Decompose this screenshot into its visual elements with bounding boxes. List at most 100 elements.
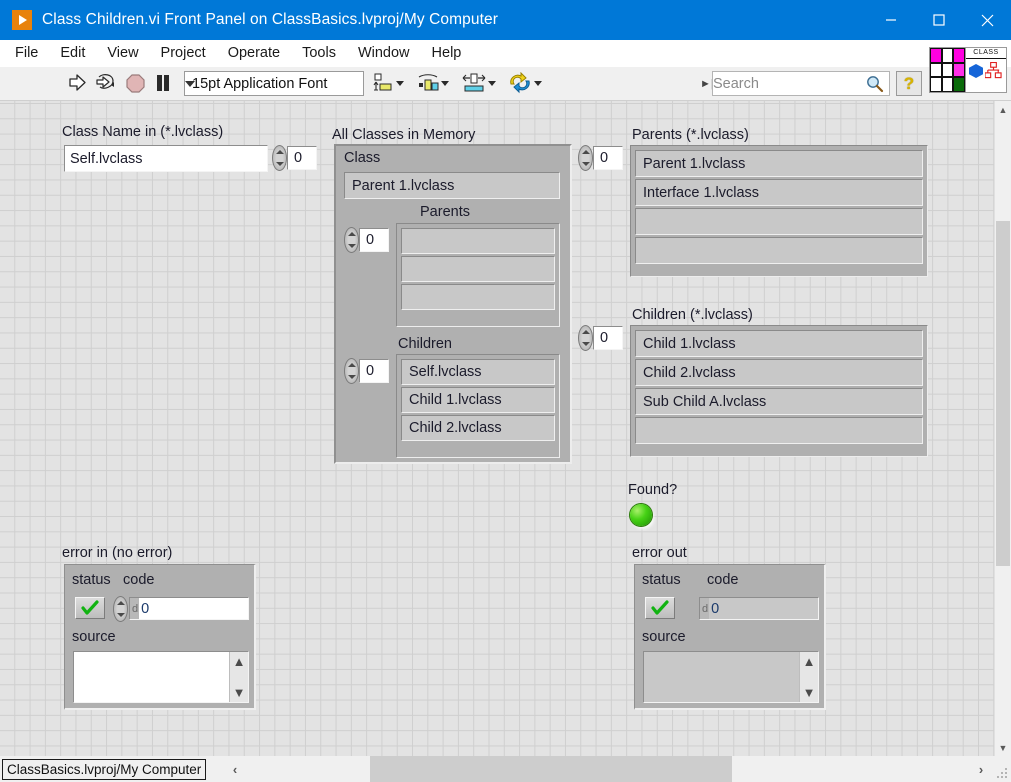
error-in-status-indicator[interactable]	[75, 597, 105, 619]
class-field-value[interactable]: Parent 1.lvclass	[344, 172, 560, 199]
run-arrow-icon[interactable]	[68, 73, 87, 98]
parents-array-label: Parents (*.lvclass)	[632, 127, 749, 143]
search-input[interactable]: Search	[712, 71, 890, 96]
horizontal-scrollbar-thumb[interactable]	[370, 756, 732, 782]
close-button[interactable]	[963, 0, 1011, 40]
scroll-left-button[interactable]: ‹	[222, 756, 248, 782]
menu-item-operate[interactable]: Operate	[217, 42, 291, 64]
chevron-down-icon	[488, 80, 496, 86]
context-help-button[interactable]: ?	[896, 71, 922, 96]
menu-item-tools[interactable]: Tools	[291, 42, 347, 64]
parents-array[interactable]: Parent 1.lvclass Interface 1.lvclass	[630, 145, 928, 277]
children-array-index-value[interactable]: 0	[593, 326, 623, 350]
distribute-objects-icon[interactable]	[417, 72, 449, 94]
chevron-down-icon	[534, 80, 542, 86]
array-element[interactable]: Parent 1.lvclass	[635, 150, 923, 177]
chevron-down-icon[interactable]: ▼	[233, 686, 246, 699]
array-element[interactable]: Sub Child A.lvclass	[635, 388, 923, 415]
scroll-down-button[interactable]: ▼	[995, 739, 1011, 756]
error-in-cluster[interactable]: status code d 0 source ▲ ▼	[64, 564, 256, 710]
array-element[interactable]: Child 1.lvclass	[635, 330, 923, 357]
menu-item-window[interactable]: Window	[347, 42, 421, 64]
horizontal-scrollbar-track[interactable]	[248, 756, 968, 782]
menu-item-view[interactable]: View	[96, 42, 149, 64]
error-in-status-label: status	[72, 572, 111, 588]
menu-bar: File Edit View Project Operate Tools Win…	[0, 40, 1011, 67]
menu-item-edit[interactable]: Edit	[49, 42, 96, 64]
font-selector[interactable]: 15pt Application Font	[184, 71, 364, 96]
cluster-parents-array[interactable]	[396, 223, 560, 327]
connector-pane[interactable]: CLASS	[966, 48, 1006, 92]
chevron-down-icon	[441, 80, 449, 86]
cluster-children-index[interactable]: 0	[344, 358, 389, 384]
array-element[interactable]: Self.lvclass	[401, 359, 555, 385]
array-element[interactable]	[635, 208, 923, 235]
minimize-button[interactable]	[867, 0, 915, 40]
found-label: Found?	[628, 482, 678, 498]
children-array-index[interactable]: 0	[578, 325, 623, 351]
error-out-code-radix: d	[700, 598, 710, 619]
array-element[interactable]	[401, 228, 555, 254]
panel-vertical-scrollbar[interactable]: ▲ ▼	[994, 101, 1011, 756]
cluster-parents-index[interactable]: 0	[344, 227, 389, 253]
array-element[interactable]: Interface 1.lvclass	[635, 179, 923, 206]
maximize-button[interactable]	[915, 0, 963, 40]
error-in-source-scrollbar[interactable]: ▲ ▼	[229, 652, 248, 702]
chevron-up-icon[interactable]: ▲	[233, 655, 246, 668]
array-element[interactable]: Child 1.lvclass	[401, 387, 555, 413]
parents-array-index[interactable]: 0	[578, 145, 623, 171]
class-name-in-index-value[interactable]: 0	[287, 146, 317, 170]
increment-decrement-spinner[interactable]	[344, 358, 359, 384]
cluster-children-array[interactable]: Self.lvclass Child 1.lvclass Child 2.lvc…	[396, 354, 560, 458]
class-name-in-input[interactable]: Self.lvclass	[64, 145, 268, 172]
array-element[interactable]	[401, 284, 555, 310]
window-title: Class Children.vi Front Panel on ClassBa…	[42, 11, 498, 28]
vertical-scrollbar-thumb[interactable]	[996, 221, 1010, 566]
error-out-source-field: ▲ ▼	[643, 651, 819, 703]
class-field-label: Class	[344, 150, 381, 166]
menu-item-help[interactable]: Help	[421, 42, 473, 64]
chevron-up-icon[interactable]: ▲	[803, 655, 816, 668]
vi-icon-pane[interactable]: CLASS	[929, 47, 1007, 93]
menu-item-project[interactable]: Project	[150, 42, 217, 64]
error-in-code-spinner[interactable]	[113, 596, 128, 622]
error-out-source-scrollbar[interactable]: ▲ ▼	[799, 652, 818, 702]
abort-execution-icon[interactable]	[126, 74, 145, 98]
error-in-label: error in (no error)	[62, 545, 173, 561]
increment-decrement-spinner[interactable]	[113, 596, 128, 622]
run-continuously-icon[interactable]	[95, 73, 116, 98]
increment-decrement-spinner[interactable]	[272, 145, 287, 171]
pause-icon[interactable]	[155, 74, 171, 97]
array-element[interactable]	[635, 417, 923, 444]
front-panel-canvas[interactable]: Class Name in (*.lvclass) Self.lvclass 0…	[0, 101, 994, 756]
panel-horizontal-scrollbar[interactable]: ‹ ›	[222, 756, 994, 782]
increment-decrement-spinner[interactable]	[344, 227, 359, 253]
resize-objects-icon[interactable]	[462, 72, 496, 94]
align-objects-icon[interactable]	[372, 72, 404, 94]
scroll-right-button[interactable]: ›	[968, 756, 994, 782]
error-in-code-radix[interactable]: d	[130, 598, 140, 619]
error-out-cluster[interactable]: status code d 0 source ▲ ▼	[634, 564, 826, 710]
array-element[interactable]: Child 2.lvclass	[401, 415, 555, 441]
parents-array-index-value[interactable]: 0	[593, 146, 623, 170]
error-in-source-field[interactable]: ▲ ▼	[73, 651, 249, 703]
error-in-code-field[interactable]: d 0	[129, 597, 249, 620]
cluster-children-index-value[interactable]: 0	[359, 359, 389, 383]
scroll-up-button[interactable]: ▲	[995, 101, 1011, 118]
all-classes-in-memory-cluster[interactable]: Class Parent 1.lvclass Parents 0 Childre…	[334, 144, 572, 464]
array-element[interactable]	[401, 256, 555, 282]
increment-decrement-spinner[interactable]	[578, 145, 593, 171]
resize-grip[interactable]	[997, 768, 1009, 780]
chevron-down-icon[interactable]: ▼	[803, 686, 816, 699]
vi-icon[interactable]	[930, 48, 966, 92]
menu-item-file[interactable]: File	[4, 42, 49, 64]
status-context-label[interactable]: ClassBasics.lvproj/My Computer	[2, 758, 207, 780]
cluster-parents-index-value[interactable]: 0	[359, 228, 389, 252]
reorder-objects-icon[interactable]	[508, 72, 542, 94]
array-element[interactable]	[635, 237, 923, 264]
error-in-code-value[interactable]: 0	[139, 598, 248, 619]
array-element[interactable]: Child 2.lvclass	[635, 359, 923, 386]
increment-decrement-spinner[interactable]	[578, 325, 593, 351]
children-array[interactable]: Child 1.lvclass Child 2.lvclass Sub Chil…	[630, 325, 928, 457]
class-name-in-index[interactable]: 0	[272, 145, 317, 171]
